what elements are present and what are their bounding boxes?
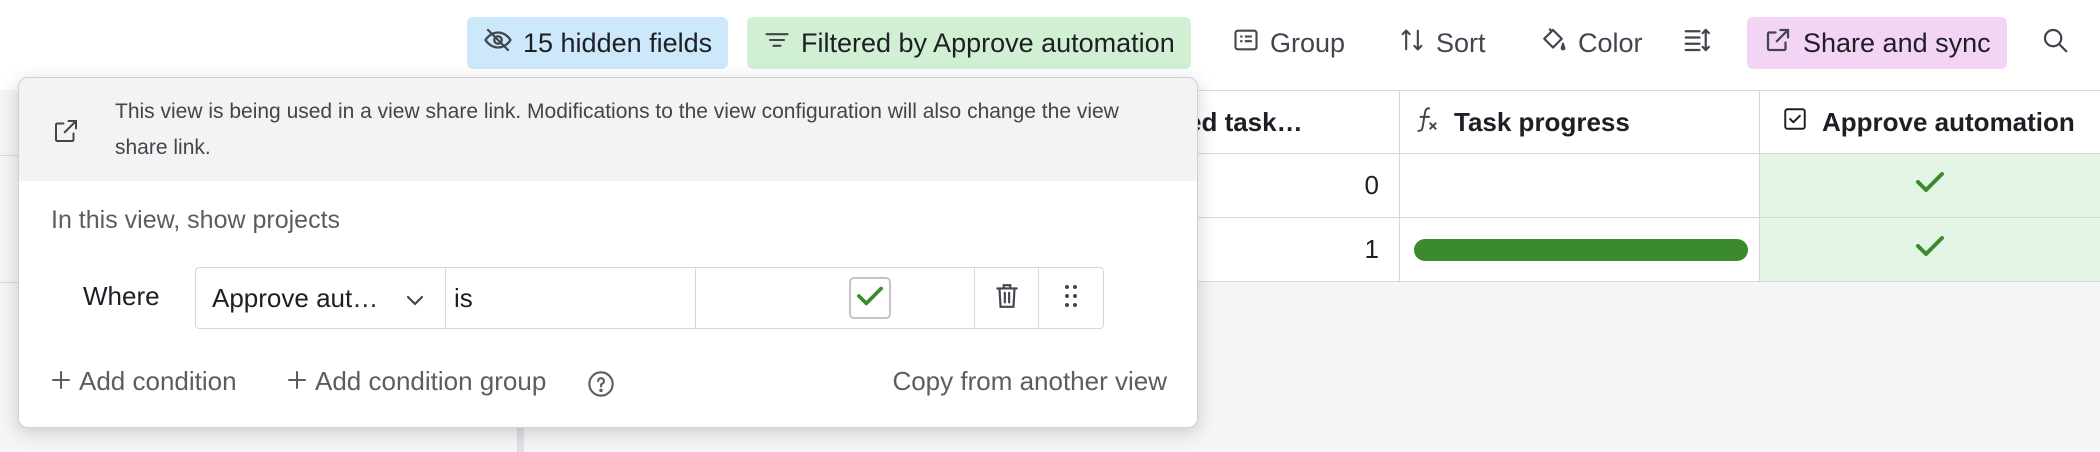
share-link-notice: This view is being used in a view share … [19, 78, 1197, 181]
task-progress-cell[interactable] [1400, 154, 1760, 217]
filter-label: Filtered by Approve automation [801, 27, 1175, 58]
approve-automation-cell[interactable] [1760, 218, 2100, 281]
filter-footer: Add condition Add condition group Copy f… [19, 358, 1197, 408]
share-external-icon [51, 116, 81, 151]
filter-button[interactable]: Filtered by Approve automation [747, 17, 1191, 69]
field-select-value: Approve aut… [212, 282, 379, 313]
column-header-label: ed task… [1187, 106, 1303, 137]
condition-box: Approve aut… is [195, 267, 1104, 329]
drag-handle-icon [1064, 284, 1078, 313]
plus-icon [287, 366, 307, 397]
add-condition-group-button[interactable]: Add condition group [287, 366, 546, 397]
color-button[interactable]: Color [1522, 17, 1659, 69]
field-select[interactable]: Approve aut… [196, 268, 446, 328]
filter-section-label: In this view, show projects [51, 206, 341, 234]
search-button[interactable] [2030, 17, 2080, 69]
group-button[interactable]: Group [1216, 17, 1361, 69]
chevron-down-icon [405, 283, 425, 314]
copy-from-another-view-button[interactable]: Copy from another view [892, 366, 1167, 397]
column-header-label: Task progress [1454, 106, 1630, 137]
filter-popover: This view is being used in a view share … [18, 77, 1198, 428]
help-circle-icon[interactable] [587, 370, 615, 403]
approve-automation-cell[interactable] [1760, 154, 2100, 217]
share-external-icon [1763, 25, 1793, 62]
hidden-fields-label: 15 hidden fields [523, 27, 713, 58]
group-label: Group [1270, 27, 1346, 58]
trash-icon [994, 282, 1020, 315]
search-icon [2040, 25, 2070, 62]
checkbox-field-icon [1782, 106, 1808, 139]
sort-label: Sort [1436, 27, 1486, 58]
row-divider [0, 155, 20, 156]
add-condition-group-label: Add condition group [315, 366, 547, 396]
column-header-approve-automation[interactable]: Approve automation [1760, 91, 2100, 153]
notice-text: This view is being used in a view share … [115, 100, 1119, 159]
delete-condition-button[interactable] [975, 268, 1039, 328]
color-label: Color [1578, 27, 1643, 58]
where-label: Where [83, 281, 160, 311]
filter-condition-row: Where Approve aut… is [19, 267, 1197, 329]
operator-select[interactable]: is [446, 268, 696, 328]
add-condition-button[interactable]: Add condition [51, 366, 237, 397]
column-header-task-progress[interactable]: Task progress [1400, 91, 1760, 153]
value-checkbox[interactable] [849, 277, 891, 319]
column-header-label: Approve automation [1822, 106, 2075, 137]
eye-off-icon [483, 25, 513, 62]
share-and-sync-button[interactable]: Share and sync [1747, 17, 2007, 69]
drag-handle[interactable] [1039, 268, 1103, 328]
checkmark-icon [855, 284, 885, 313]
checkmark-icon [1914, 169, 1946, 202]
view-toolbar: 15 hidden fields Filtered by Approve aut… [0, 0, 2100, 88]
group-list-icon [1232, 26, 1260, 61]
sort-button[interactable]: Sort [1382, 17, 1502, 69]
checkmark-icon [1914, 233, 1946, 266]
row-height-icon [1682, 25, 1712, 62]
add-condition-label: Add condition [79, 366, 237, 396]
operator-select-value: is [454, 282, 473, 313]
progress-bar [1414, 238, 1748, 261]
row-divider [0, 282, 20, 283]
share-label: Share and sync [1803, 27, 1991, 58]
filter-lines-icon [763, 26, 791, 61]
task-progress-cell[interactable] [1400, 218, 1760, 281]
hidden-fields-button[interactable]: 15 hidden fields [467, 17, 729, 69]
plus-icon [51, 366, 71, 397]
formula-icon [1414, 105, 1440, 140]
value-field [696, 268, 975, 328]
paint-bucket-icon [1538, 25, 1568, 62]
row-height-button[interactable] [1670, 17, 1724, 69]
sort-arrows-icon [1398, 26, 1426, 61]
